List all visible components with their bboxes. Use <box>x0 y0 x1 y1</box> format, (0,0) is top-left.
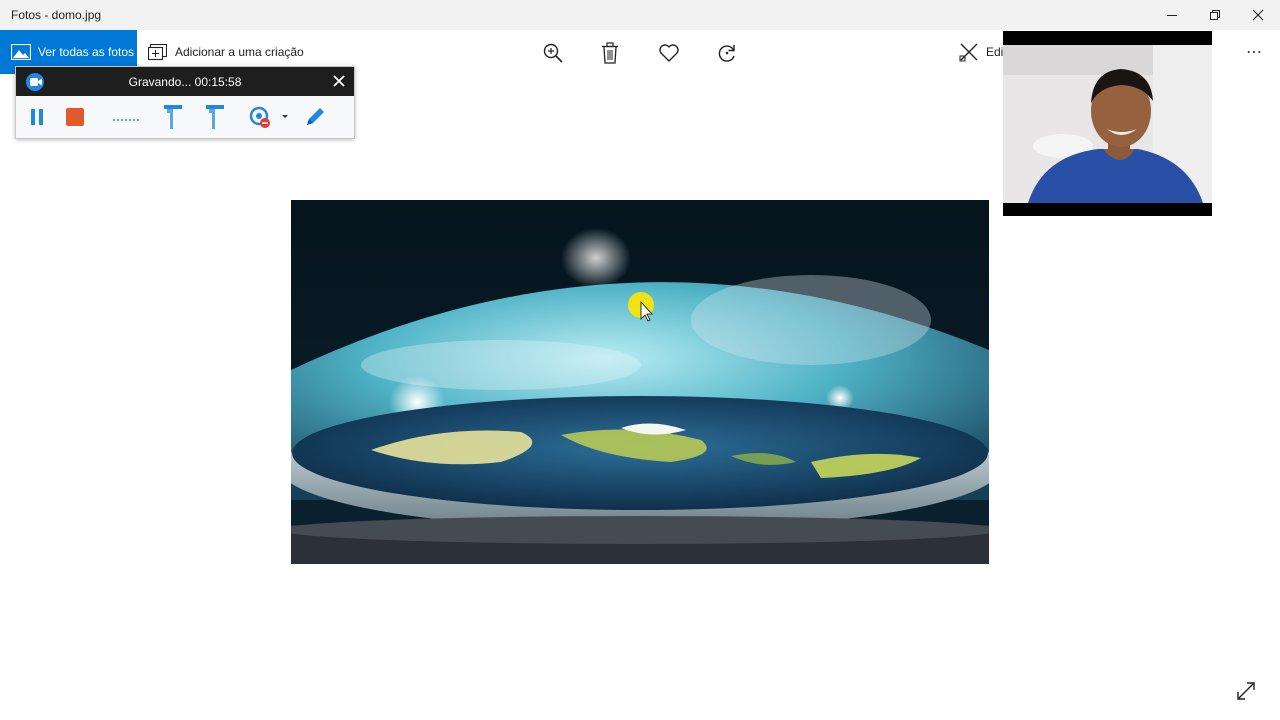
pause-button[interactable] <box>26 105 48 129</box>
minimize-button[interactable] <box>1150 0 1194 30</box>
pen-right-button[interactable] <box>204 105 226 129</box>
pen-right-icon <box>206 105 224 129</box>
favorite-button[interactable] <box>656 40 682 66</box>
close-icon <box>333 75 345 87</box>
flat-earth-dome-image <box>291 200 989 564</box>
draw-button[interactable] <box>302 105 328 129</box>
pause-icon <box>31 109 43 125</box>
more-options-button[interactable]: ⋯ <box>1246 42 1263 62</box>
photos-icon <box>11 44 31 60</box>
heart-icon <box>659 44 679 62</box>
photo-view[interactable] <box>291 200 989 564</box>
recorder-close-button[interactable] <box>332 74 346 93</box>
window-title: Fotos - domo.jpg <box>11 8 102 22</box>
webcam-icon <box>249 106 288 128</box>
minimize-icon <box>1167 15 1177 16</box>
close-icon <box>1252 9 1264 21</box>
audio-level-indicator <box>112 105 140 129</box>
close-button[interactable] <box>1236 0 1280 30</box>
zoom-button[interactable] <box>540 40 566 66</box>
restore-button[interactable] <box>1193 0 1237 30</box>
stop-button[interactable] <box>64 105 86 129</box>
edit-create-icon <box>959 42 979 62</box>
add-to-creation-icon <box>148 43 167 61</box>
recorder-toolbar <box>16 96 354 138</box>
delete-button[interactable] <box>597 40 623 66</box>
fullscreen-button[interactable] <box>1235 680 1257 707</box>
rotate-icon <box>718 45 735 62</box>
expand-icon <box>1237 682 1255 700</box>
delete-icon <box>602 42 618 64</box>
webcam-toggle-button[interactable] <box>248 105 288 129</box>
audio-level-icon <box>113 119 139 121</box>
recording-status: Gravando... 00:15:58 <box>128 75 242 89</box>
draw-icon <box>307 108 324 125</box>
stop-icon <box>66 108 84 126</box>
recorder-header[interactable]: Gravando... 00:15:58 <box>16 67 354 96</box>
add-to-creation-label: Adicionar a uma criação <box>175 45 304 59</box>
edit-button[interactable]: Edit <box>959 42 1007 62</box>
see-all-photos-label: Ver todas as fotos <box>38 45 135 59</box>
restore-icon <box>1210 10 1220 20</box>
pen-left-button[interactable] <box>162 105 184 129</box>
title-bar: Fotos - domo.jpg <box>0 0 1280 30</box>
rotate-button[interactable] <box>714 40 740 66</box>
presenter-webcam <box>1003 45 1212 203</box>
zoom-in-icon <box>543 43 563 63</box>
pen-left-icon <box>164 105 182 129</box>
screen-recorder-widget[interactable]: Gravando... 00:15:58 <box>15 66 355 139</box>
webcam-overlay <box>1003 31 1212 216</box>
